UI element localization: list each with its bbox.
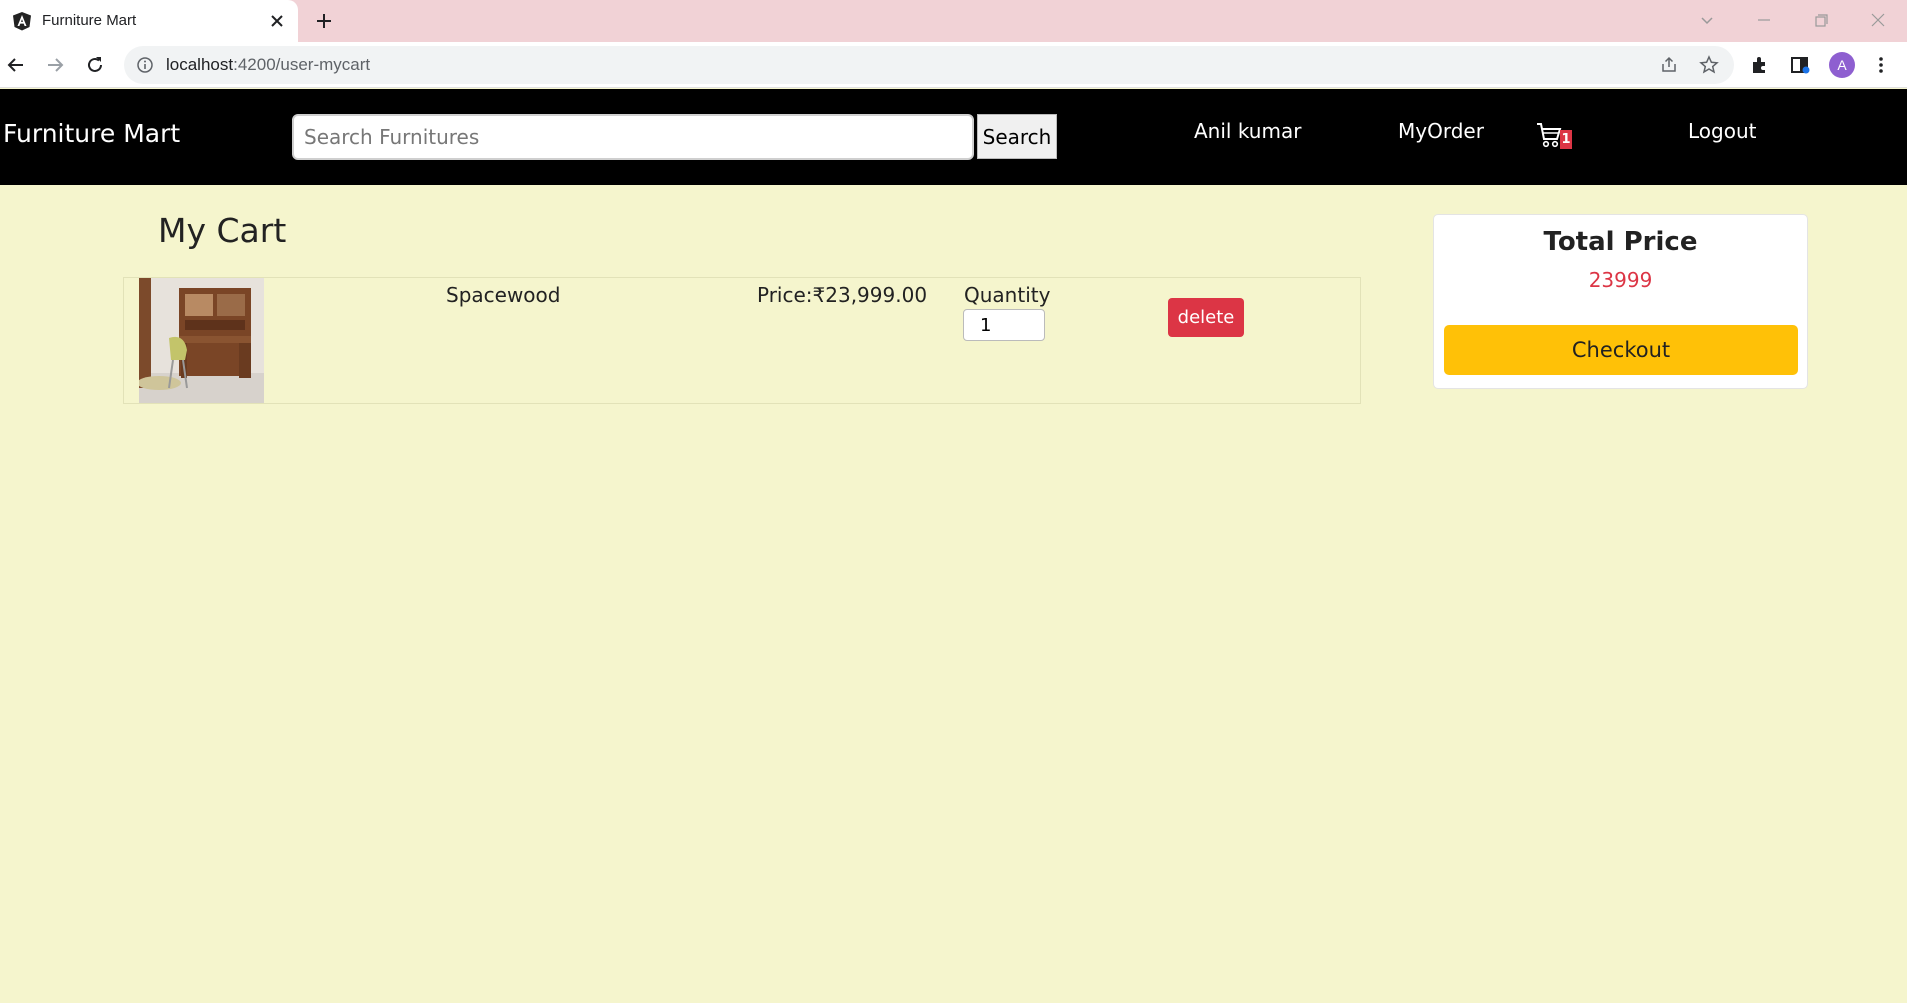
reload-icon[interactable] — [84, 54, 106, 76]
search-input[interactable] — [292, 114, 974, 160]
address-bar[interactable]: localhost:4200/user-mycart — [124, 46, 1734, 84]
logout-link[interactable]: Logout — [1688, 119, 1756, 143]
extensions-icon[interactable] — [1749, 54, 1771, 76]
my-order-link[interactable]: MyOrder — [1398, 119, 1484, 143]
browser-menu-icon[interactable] — [1870, 54, 1892, 76]
total-price-value: 23999 — [1588, 268, 1653, 292]
forward-icon[interactable] — [44, 54, 66, 76]
checkout-button[interactable]: Checkout — [1444, 325, 1798, 375]
quantity-input[interactable] — [963, 309, 1045, 341]
page-title: My Cart — [158, 211, 287, 250]
cart-item-row: Spacewood Price:₹23,999.00 Quantity dele… — [123, 277, 1361, 404]
user-name-link[interactable]: Anil kumar — [1194, 119, 1301, 143]
back-icon[interactable] — [5, 54, 27, 76]
browser-tab[interactable]: Furniture Mart — [0, 0, 298, 42]
url-host: localhost — [166, 55, 234, 74]
tab-search-chevron-icon[interactable] — [1697, 10, 1717, 30]
total-price-title: Total Price — [1543, 227, 1698, 257]
close-tab-icon[interactable] — [268, 12, 286, 30]
profile-avatar[interactable]: A — [1829, 52, 1855, 78]
new-tab-icon[interactable] — [313, 10, 335, 32]
url-text[interactable]: localhost:4200/user-mycart — [166, 55, 370, 75]
quantity-label: Quantity — [964, 283, 1051, 307]
browser-tabstrip: Furniture Mart — [0, 0, 1907, 42]
angular-favicon-icon — [13, 12, 31, 31]
total-price-card: Total Price 23999 Checkout — [1433, 214, 1808, 389]
app-navbar: Furniture Mart Search Anil kumar MyOrder… — [0, 89, 1907, 185]
share-icon[interactable] — [1659, 55, 1679, 75]
search-button[interactable]: Search — [977, 114, 1057, 159]
url-path: :4200/user-mycart — [233, 55, 371, 74]
product-price: Price:₹23,999.00 — [757, 283, 928, 307]
tab-title: Furniture Mart — [42, 12, 137, 29]
site-info-icon[interactable] — [136, 56, 154, 74]
cart-icon — [1537, 123, 1562, 148]
close-window-icon[interactable] — [1868, 10, 1888, 30]
product-image[interactable] — [139, 278, 264, 403]
browser-toolbar: localhost:4200/user-mycart — [0, 42, 1907, 88]
delete-button[interactable]: delete — [1168, 298, 1244, 337]
brand-title[interactable]: Furniture Mart — [3, 119, 180, 148]
minimize-icon[interactable] — [1754, 10, 1774, 30]
bookmark-star-icon[interactable] — [1699, 55, 1719, 75]
product-name: Spacewood — [446, 283, 561, 307]
restore-icon[interactable] — [1811, 10, 1831, 30]
reading-list-icon[interactable] — [1789, 54, 1811, 76]
cart-count-badge: 1 — [1560, 130, 1572, 149]
cart-link[interactable]: 1 — [1536, 121, 1576, 149]
